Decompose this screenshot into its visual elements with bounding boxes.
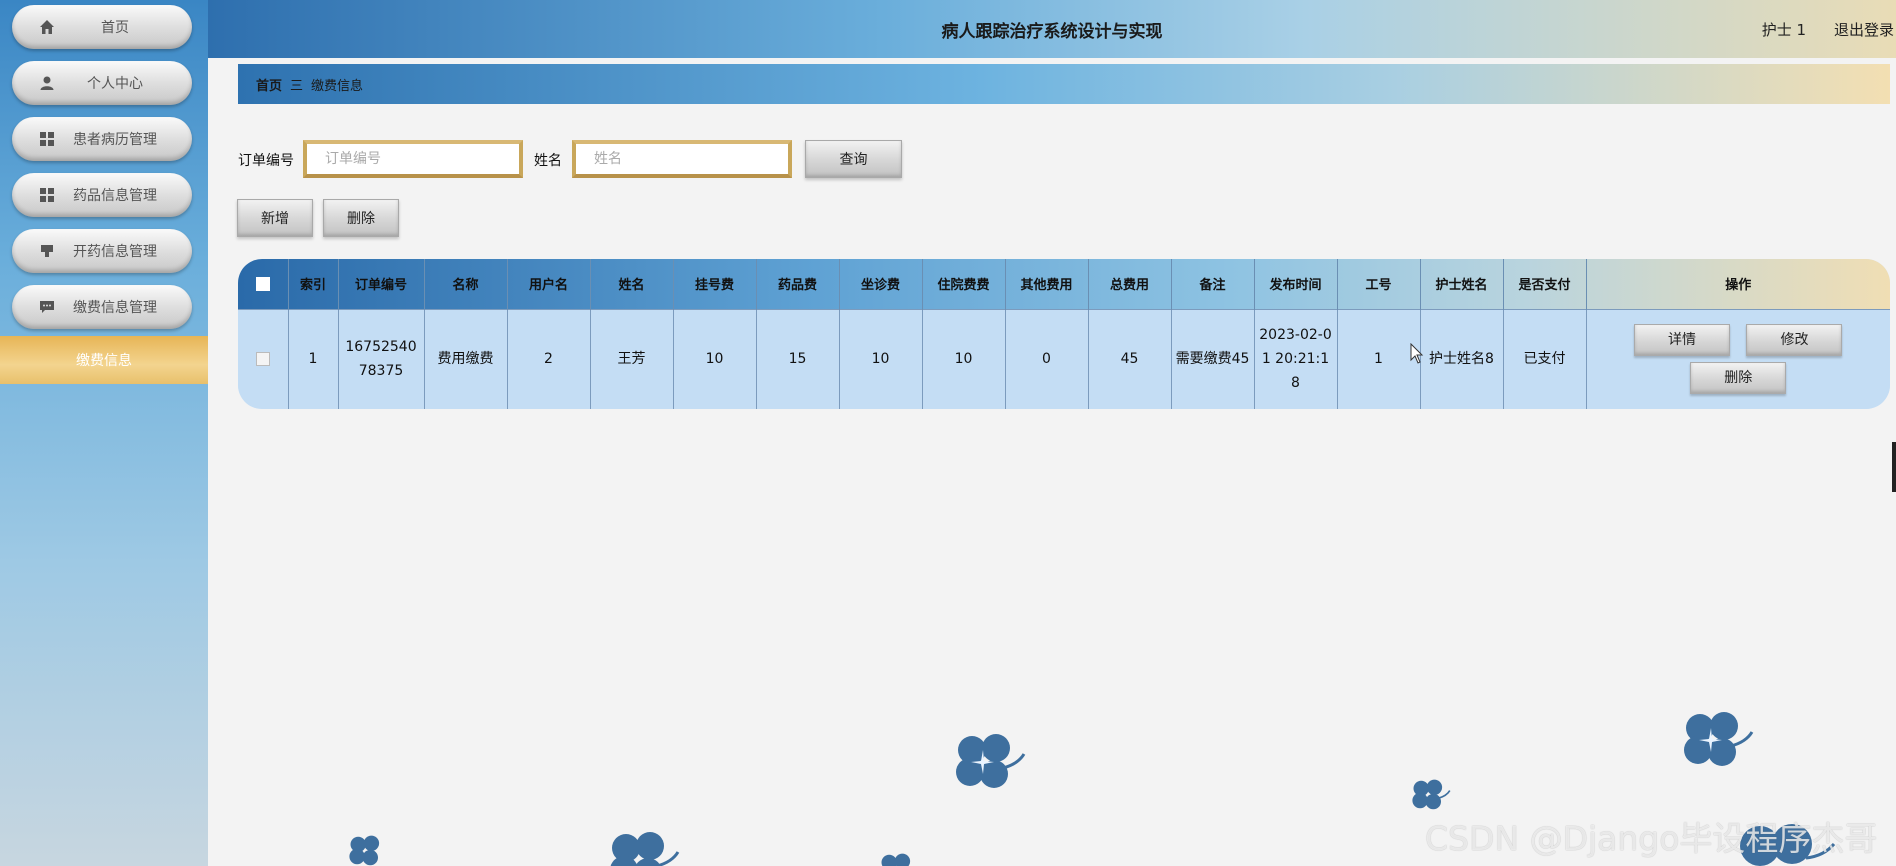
cell-total-fee: 45 [1088,308,1172,409]
chat-icon [38,298,56,316]
cell-hospital-fee: 10 [922,308,1006,409]
cell-publish-time: 2023-02-01 20:21:18 [1254,308,1338,409]
clover-decoration-icon [610,832,680,866]
column-header: 药品费 [756,259,840,309]
name-label: 姓名 [534,153,562,169]
sidebar-item-label: 缴费信息管理 [73,300,157,316]
order-no-input[interactable] [303,140,523,178]
user-icon [38,74,56,92]
watermark-text: CSDN @Django毕设程序杰哥 [1425,819,1878,858]
column-header: 订单编号 [338,259,425,309]
current-user: 护士 1 [1761,21,1806,39]
column-header: 其他费用 [1005,259,1089,309]
table-row: 1 1675254078375 费用缴费 2 王芳 10 15 10 10 0 … [238,308,1890,409]
cell-other-fee: 0 [1005,308,1089,409]
query-button[interactable]: 查询 [805,140,902,178]
breadcrumb: 首页 三 缴费信息 [238,64,1890,104]
cell-remark: 需要缴费45 [1171,308,1255,409]
breadcrumb-current: 缴费信息 [311,78,364,94]
detail-button[interactable]: 详情 [1634,324,1731,357]
cell-nurse-name: 护士姓名8 [1420,308,1504,409]
column-header: 是否支付 [1503,259,1587,309]
batch-delete-button[interactable]: 删除 [323,199,399,237]
sidebar-item-label: 首页 [101,20,129,36]
column-header: 总费用 [1088,259,1172,309]
column-header: 工号 [1337,259,1421,309]
scrollbar-thumb[interactable] [1892,442,1896,492]
clover-decoration-icon [881,853,911,866]
cell-paid-status: 已支付 [1503,308,1587,409]
clover-decoration-icon [1684,712,1754,766]
cell-drug-fee: 15 [756,308,840,409]
clover-decoration-icon [956,734,1026,788]
sidebar-subitem-payment[interactable]: 缴费信息 [0,336,208,384]
table-header-row: 索引 订单编号 名称 用户名 姓名 挂号费 药品费 坐诊费 住院费费 其他费用 … [238,259,1890,309]
mouse-cursor-icon [1410,343,1424,364]
cell-username: 2 [507,308,591,409]
sidebar-item-patient-records[interactable]: 患者病历管理 [12,117,192,161]
sidebar-item-label: 药品信息管理 [73,188,157,204]
column-header: 护士姓名 [1420,259,1504,309]
name-input[interactable] [572,140,792,178]
column-header: 姓名 [590,259,674,309]
row-select-cell [238,308,289,409]
add-button[interactable]: 新增 [237,199,313,237]
cell-consult-fee: 10 [839,308,923,409]
sidebar-item-drug-info[interactable]: 药品信息管理 [12,173,192,217]
sidebar-item-personal-center[interactable]: 个人中心 [12,61,192,105]
column-header: 挂号费 [673,259,757,309]
column-header: 住院费费 [922,259,1006,309]
sidebar-item-label: 个人中心 [87,76,143,92]
payment-table: 索引 订单编号 名称 用户名 姓名 挂号费 药品费 坐诊费 住院费费 其他费用 … [238,259,1890,409]
clover-decoration-icon [349,835,380,866]
column-header: 名称 [424,259,508,309]
breadcrumb-home[interactable]: 首页 [256,75,282,94]
sidebar-item-label: 开药信息管理 [73,244,157,260]
row-checkbox[interactable] [255,352,270,367]
grid-icon [38,130,56,148]
sidebar-item-payment-info[interactable]: 缴费信息管理 [12,285,192,329]
home-icon [38,18,56,36]
column-header: 坐诊费 [839,259,923,309]
delete-row-button[interactable]: 删除 [1690,362,1787,395]
cell-registration-fee: 10 [673,308,757,409]
logout-link[interactable]: 退出登录 [1834,19,1894,40]
column-header: 索引 [288,259,339,309]
column-header: 备注 [1171,259,1255,309]
sidebar-subitem-label: 缴费信息 [76,353,132,369]
clover-decoration-icon [1412,779,1451,810]
breadcrumb-separator: 三 [290,78,304,94]
sidebar-item-prescription-info[interactable]: 开药信息管理 [12,229,192,273]
cell-operations: 详情 修改 删除 [1586,308,1890,409]
sidebar-item-label: 患者病历管理 [73,132,157,148]
column-header: 发布时间 [1254,259,1338,309]
column-header: 用户名 [507,259,591,309]
order-no-label: 订单编号 [238,153,294,169]
stamp-icon [38,242,56,260]
app-title: 病人跟踪治疗系统设计与实现 [941,22,1163,42]
select-all-checkbox[interactable] [255,276,270,291]
grid-icon [38,186,56,204]
edit-button[interactable]: 修改 [1746,324,1843,357]
cell-real-name: 王芳 [590,308,674,409]
cell-staff-no: 1 [1337,308,1421,409]
cell-name: 费用缴费 [424,308,508,409]
top-header: 病人跟踪治疗系统设计与实现 护士 1 退出登录 [208,0,1896,58]
cell-index: 1 [288,308,339,409]
sidebar: 首页 个人中心 患者病历管理 药品信息管理 开药信息管理 缴费信息管理 缴费信息 [0,0,208,866]
select-all-cell [238,259,289,309]
sidebar-item-home[interactable]: 首页 [12,5,192,49]
cell-order-no: 1675254078375 [338,308,425,409]
column-header: 操作 [1725,278,1752,294]
